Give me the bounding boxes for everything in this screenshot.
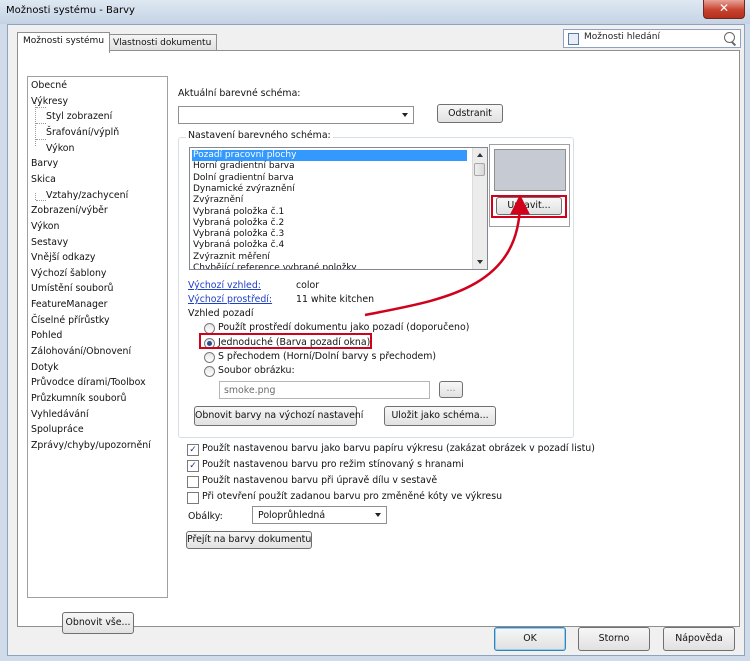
tree-item[interactable]: Sestavy [31, 237, 68, 248]
tree-item[interactable]: Vztahy/zachycení [46, 190, 128, 201]
help-button[interactable]: Nápověda [663, 627, 735, 651]
close-button[interactable]: ✕ [703, 0, 745, 19]
default-appearance-value: color [296, 280, 320, 291]
tree-item[interactable]: Zprávy/chyby/upozornění [31, 440, 151, 451]
color-list-item[interactable]: Vybraná položka č.2 [192, 218, 284, 229]
color-list-item[interactable]: Dolní gradientní barva [192, 173, 294, 184]
envelopes-value: Poloprůhledná [258, 510, 326, 521]
tree-item[interactable]: Spolupráce [31, 424, 84, 435]
tree-item[interactable]: Výkon [31, 221, 59, 232]
tree-item[interactable]: Umístění souborů [31, 283, 114, 294]
color-list-item[interactable]: Vybraná položka č.1 [192, 207, 284, 218]
close-icon: ✕ [718, 1, 730, 15]
tree-item[interactable]: Zobrazení/výběr [31, 205, 108, 216]
tree-item[interactable]: Výkon [46, 143, 74, 154]
radio-gradient[interactable] [204, 352, 215, 363]
cancel-button[interactable]: Storno [578, 627, 650, 651]
tab-panel: Obecné Výkresy Styl zobrazení Šrafování/výp… [17, 50, 740, 634]
document-colors-button[interactable]: Přejít na barvy dokumentu [186, 531, 312, 549]
tree-item[interactable]: Průvodce dírami/Toolbox [31, 377, 146, 388]
envelopes-label: Obálky: [188, 511, 223, 522]
default-scene-link[interactable]: Výchozí prostředí: [188, 294, 272, 305]
dialog-body: Možnosti systému Vlastnosti dokumentu Mo… [7, 24, 745, 656]
title-bar[interactable]: Možnosti systému - Barvy ✕ [0, 0, 750, 24]
color-items-list[interactable]: Pozadí pracovní plochy Horní gradientní b… [189, 147, 488, 270]
radio-gradient-label[interactable]: S přechodem (Horní/Dolní barvy s přechod… [218, 351, 436, 362]
color-list-item[interactable]: Dynamické zvýraznění [192, 184, 295, 195]
plain-option-highlight [199, 333, 372, 349]
checkbox-edit-part-label[interactable]: Použít nastavenou barvu při úpravě dílu … [202, 475, 437, 486]
tree-item[interactable]: Barvy [31, 158, 58, 169]
tab-system-options[interactable]: Možnosti systému [17, 32, 111, 53]
search-options-input[interactable]: Možnosti hledání [563, 29, 741, 48]
edit-button-highlight [491, 195, 567, 218]
checkbox-shaded-edges-label[interactable]: Použít nastavenou barvu pro režim stínov… [202, 459, 464, 470]
color-list-item[interactable]: Vybraná položka č.4 [192, 240, 284, 251]
tree-item[interactable]: Dotyk [31, 362, 59, 373]
radio-image-file[interactable] [204, 366, 215, 377]
tree-item[interactable]: Zálohování/Obnovení [31, 346, 131, 357]
restore-default-colors-button[interactable]: Obnovit barvy na výchozí nastavení [194, 406, 363, 426]
tree-item[interactable]: Průzkumník souborů [31, 393, 126, 404]
tree-item[interactable]: Pohled [31, 330, 62, 341]
options-tree[interactable]: Obecné Výkresy Styl zobrazení Šrafování/výp… [27, 76, 168, 598]
color-list-item[interactable]: Horní gradientní barva [192, 161, 295, 172]
tree-item[interactable]: Šrafování/výplň [46, 127, 119, 138]
color-list-item[interactable]: Zvýraznění [192, 195, 243, 206]
save-scheme-button[interactable]: Uložit jako schéma... [384, 406, 496, 426]
search-placeholder: Možnosti hledání [584, 32, 660, 42]
tree-item[interactable]: Skica [31, 174, 56, 185]
list-scrollbar[interactable] [472, 148, 487, 269]
tree-item[interactable]: Obecné [31, 80, 67, 91]
color-swatch [494, 149, 566, 191]
tree-item[interactable]: Výchozí šablony [31, 268, 106, 279]
checkbox-edit-part[interactable] [187, 476, 199, 488]
checkbox-changed-dims-label[interactable]: Při otevření použít zadanou barvu pro zm… [202, 491, 502, 502]
checkbox-paper-color[interactable]: ✓ [187, 444, 199, 456]
tree-item[interactable]: Číselné přírůstky [31, 315, 110, 326]
ok-button[interactable]: OK [494, 627, 566, 651]
color-list-item[interactable]: Vybraná položka č.3 [192, 229, 284, 240]
envelopes-select[interactable]: Poloprůhledná [252, 506, 387, 524]
scroll-up-icon[interactable] [477, 153, 483, 157]
radio-document-scene-label[interactable]: Použít prostředí dokumentu jako pozadí (… [218, 322, 469, 333]
chevron-down-icon [402, 113, 408, 117]
default-appearance-link[interactable]: Výchozí vzhled: [188, 280, 261, 291]
tree-item[interactable]: Vnější odkazy [31, 252, 95, 263]
window-title: Možnosti systému - Barvy [6, 5, 135, 16]
checkbox-changed-dims[interactable] [187, 492, 199, 504]
image-file-input[interactable]: smoke.png [219, 381, 430, 399]
reset-all-button[interactable]: Obnovit vše... [62, 612, 134, 634]
color-list-item[interactable]: Chybějící reference vybrané položky [192, 263, 357, 269]
scheme-settings-label: Nastavení barevného schéma: [186, 130, 333, 141]
tree-item[interactable]: FeatureManager [31, 299, 108, 310]
current-scheme-label: Aktuální barevné schéma: [178, 88, 301, 99]
color-list-item[interactable]: Pozadí pracovní plochy [192, 150, 467, 161]
browse-button[interactable]: ... [439, 381, 463, 398]
color-list-item[interactable]: Zvýraznit měření [192, 252, 270, 263]
default-scene-value: 11 white kitchen [296, 294, 375, 305]
chevron-down-icon [375, 513, 381, 517]
checkbox-shaded-edges[interactable]: ✓ [187, 460, 199, 472]
options-dialog: Možnosti systému - Barvy ✕ Možnosti syst… [0, 0, 750, 661]
document-icon [568, 33, 579, 45]
search-icon[interactable] [724, 32, 735, 43]
tree-item[interactable]: Výkresy [31, 96, 68, 107]
scroll-down-icon[interactable] [477, 260, 483, 264]
background-appearance-label: Vzhled pozadí [188, 308, 254, 319]
checkbox-paper-color-label[interactable]: Použít nastavenou barvu jako barvu papír… [202, 443, 595, 454]
scroll-thumb[interactable] [474, 163, 485, 176]
tree-item[interactable]: Styl zobrazení [46, 111, 112, 122]
radio-image-file-label[interactable]: Soubor obrázku: [218, 365, 295, 376]
delete-scheme-button[interactable]: Odstranit [437, 104, 503, 123]
tree-item[interactable]: Vyhledávání [31, 409, 89, 420]
current-scheme-select[interactable] [178, 106, 414, 124]
